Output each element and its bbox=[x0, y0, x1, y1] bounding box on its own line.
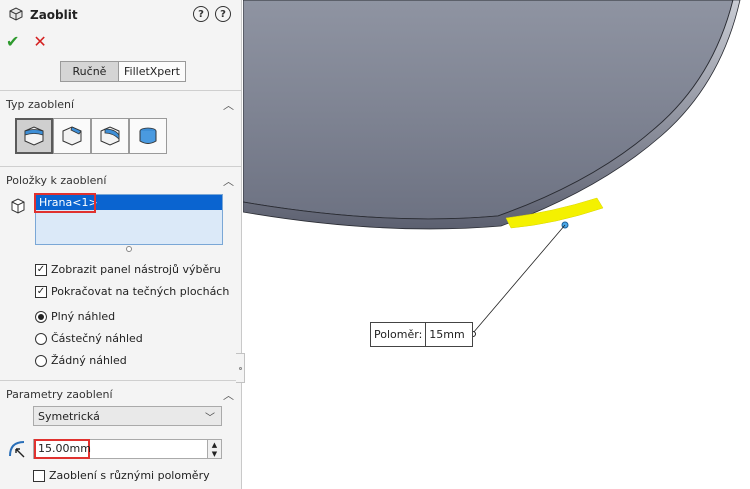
radio-button[interactable] bbox=[35, 310, 47, 323]
option-label: Zaoblení s různými poloměry bbox=[49, 469, 210, 482]
option-multi-radius[interactable]: Zaoblení s různými poloměry bbox=[33, 469, 210, 482]
callout-label: Poloměr: bbox=[371, 323, 427, 346]
fillet-type-buttons bbox=[15, 118, 167, 154]
chevron-down-icon[interactable]: ﹀ bbox=[205, 409, 215, 424]
divider bbox=[0, 166, 241, 167]
radius-input[interactable]: 15.00mm ▲ ▼ bbox=[33, 439, 222, 459]
radius-spinner[interactable]: ▲ ▼ bbox=[207, 440, 221, 458]
radius-callout[interactable]: Poloměr: 15mm bbox=[370, 322, 474, 347]
callout-value[interactable]: 15mm bbox=[426, 323, 472, 346]
fillet-feature-icon bbox=[8, 6, 24, 25]
radio-label: Žádný náhled bbox=[51, 354, 127, 367]
radio-label: Částečný náhled bbox=[51, 332, 143, 345]
annotation-highlight-box bbox=[34, 193, 96, 213]
part-top-face[interactable] bbox=[243, 0, 734, 220]
graphics-area[interactable] bbox=[243, 0, 750, 489]
panel-header: Zaoblit bbox=[8, 4, 78, 26]
option-show-selection-toolbar[interactable]: ✓ Zobrazit panel nástrojů výběru bbox=[35, 263, 221, 276]
section-fillet-type-header[interactable]: Typ zaoblení ︿ bbox=[0, 94, 241, 114]
collapse-chevron-icon[interactable]: ︿ bbox=[223, 97, 234, 113]
help-group: ? ? bbox=[193, 6, 231, 22]
checkbox[interactable] bbox=[33, 469, 45, 482]
fillet-method-select[interactable]: Symetrická ﹀ bbox=[33, 406, 222, 426]
whats-new-icon[interactable]: ? bbox=[193, 6, 209, 22]
help-icon[interactable]: ? bbox=[215, 6, 231, 22]
panel-collapse-handle[interactable] bbox=[236, 353, 245, 383]
radio-button[interactable] bbox=[35, 332, 47, 345]
radio-full-preview[interactable]: Plný náhled bbox=[35, 310, 115, 323]
divider bbox=[0, 380, 241, 381]
cancel-x-icon[interactable]: ✕ bbox=[33, 32, 46, 51]
radio-label: Plný náhled bbox=[51, 310, 116, 323]
callout-leader-line bbox=[472, 224, 566, 334]
divider bbox=[0, 90, 241, 91]
select-value: Symetrická bbox=[38, 409, 100, 423]
face-fillet-button[interactable] bbox=[91, 118, 129, 154]
collapse-chevron-icon[interactable]: ︿ bbox=[223, 387, 234, 403]
option-tangent-propagation[interactable]: ✓ Pokračovat na tečných plochách bbox=[35, 285, 229, 298]
tab-manual[interactable]: Ručně bbox=[61, 62, 119, 81]
radio-partial-preview[interactable]: Částečný náhled bbox=[35, 332, 143, 345]
radio-no-preview[interactable]: Žádný náhled bbox=[35, 354, 127, 367]
panel-title: Zaoblit bbox=[30, 8, 78, 22]
option-label: Zobrazit panel nástrojů výběru bbox=[51, 263, 221, 276]
edge-selection-icon bbox=[9, 197, 27, 218]
variable-size-fillet-button[interactable] bbox=[53, 118, 91, 154]
section-fillet-type-title: Typ zaoblení bbox=[6, 97, 75, 111]
full-round-fillet-button[interactable] bbox=[129, 118, 167, 154]
option-label: Pokračovat na tečných plochách bbox=[51, 285, 230, 298]
checkbox[interactable]: ✓ bbox=[35, 285, 47, 298]
section-params-title: Parametry zaoblení bbox=[6, 387, 113, 401]
section-items-header[interactable]: Položky k zaoblení ︿ bbox=[0, 170, 241, 190]
model-view bbox=[243, 0, 741, 337]
property-manager-panel: Zaoblit ? ? ✔ ✕ Ručně FilletXpert Typ za… bbox=[0, 0, 242, 489]
section-items-title: Položky k zaoblení bbox=[6, 173, 107, 187]
ok-check-icon[interactable]: ✔ bbox=[6, 32, 19, 51]
radio-button[interactable] bbox=[35, 354, 47, 367]
section-params-header[interactable]: Parametry zaoblení ︿ bbox=[0, 384, 241, 404]
collapse-chevron-icon[interactable]: ︿ bbox=[223, 173, 234, 189]
list-resize-handle[interactable] bbox=[126, 246, 132, 252]
tab-filletxpert[interactable]: FilletXpert bbox=[119, 62, 185, 81]
mode-tabs: Ručně FilletXpert bbox=[60, 61, 186, 82]
checkbox[interactable]: ✓ bbox=[35, 263, 47, 276]
radius-icon bbox=[7, 437, 29, 462]
constant-size-fillet-button[interactable] bbox=[15, 118, 53, 154]
ok-cancel-group: ✔ ✕ bbox=[6, 32, 47, 51]
radius-value[interactable]: 15.00mm bbox=[34, 439, 91, 459]
